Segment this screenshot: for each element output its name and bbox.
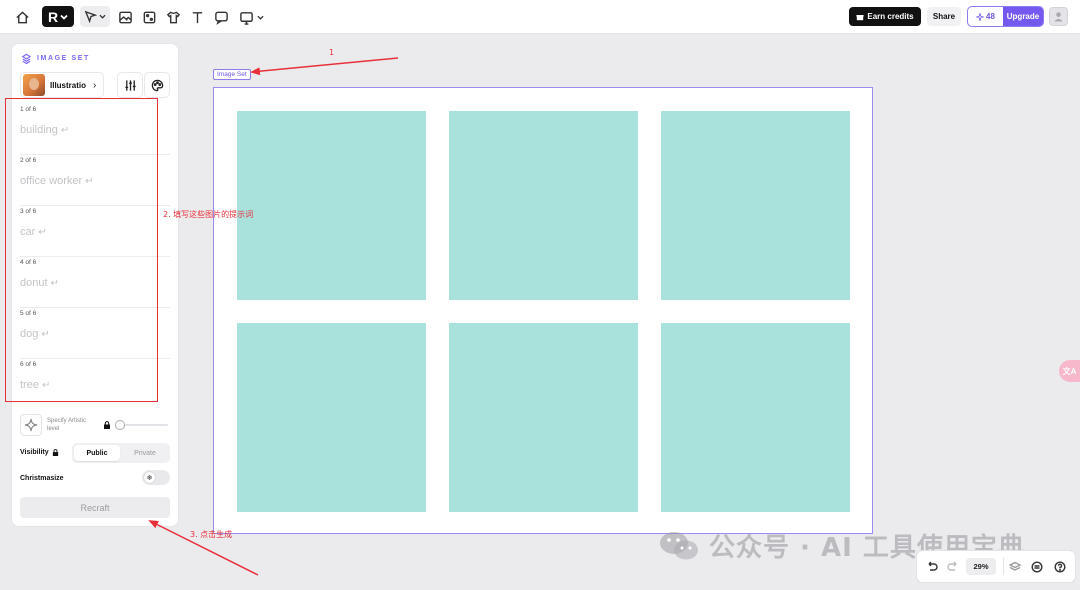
- credits-count[interactable]: 48: [968, 7, 1003, 26]
- style-name: Illustratio: [50, 80, 87, 90]
- credits-value: 48: [986, 12, 995, 21]
- lock-icon: [104, 421, 110, 429]
- user-avatar[interactable]: [1049, 7, 1068, 26]
- annotation-highlight-box: [5, 98, 158, 402]
- chevron-down-icon: [60, 14, 68, 20]
- chevron-down-icon[interactable]: [254, 8, 266, 26]
- lock-icon: [52, 449, 58, 456]
- artistic-level-label: Specify Artistic level: [47, 418, 87, 432]
- style-thumbnail: [23, 74, 45, 96]
- share-label: Share: [932, 12, 956, 21]
- artistic-level-control: Specify Artistic level: [20, 414, 170, 436]
- recraft-button[interactable]: Recraft: [20, 497, 170, 518]
- user-icon: [1054, 12, 1063, 22]
- top-toolbar: R Earn credits Share 48 Upgrade: [0, 0, 1080, 34]
- earn-credits-button[interactable]: Earn credits: [849, 7, 921, 26]
- image-tool-icon[interactable]: [116, 8, 134, 26]
- image-placeholder[interactable]: [237, 323, 426, 512]
- visibility-private-option[interactable]: Private: [122, 445, 168, 461]
- visibility-toggle: Public Private: [72, 443, 170, 463]
- frame-label[interactable]: Image Set: [213, 69, 251, 80]
- pointer-tool-button[interactable]: [80, 6, 110, 27]
- visibility-control: Visibility Public Private: [20, 443, 170, 463]
- image-placeholder[interactable]: [449, 323, 638, 512]
- home-icon[interactable]: [13, 8, 31, 26]
- zoom-level[interactable]: 29%: [966, 558, 996, 575]
- image-set-tool-icon[interactable]: [140, 8, 158, 26]
- logo-menu-button[interactable]: R: [42, 6, 74, 27]
- redo-icon[interactable]: [946, 560, 959, 573]
- image-placeholder[interactable]: [237, 111, 426, 300]
- christmasize-control: Christmasize ❄: [20, 470, 170, 486]
- artistic-level-slider[interactable]: [115, 420, 125, 430]
- zoom-value: 29%: [973, 562, 989, 571]
- christmasize-toggle[interactable]: ❄: [142, 470, 170, 485]
- text-tool-icon[interactable]: [188, 8, 206, 26]
- pointer-icon: [84, 10, 97, 23]
- chevron-down-icon: [99, 14, 106, 19]
- credits-upgrade-group: 48 Upgrade: [967, 6, 1044, 27]
- frame-tool-icon[interactable]: [237, 8, 255, 26]
- upgrade-label: Upgrade: [1006, 12, 1040, 21]
- panel-title-text: IMAGE SET: [37, 55, 90, 62]
- mockup-tool-icon[interactable]: [164, 8, 182, 26]
- visibility-label: Visibility: [20, 449, 49, 456]
- image-set-frame[interactable]: [213, 87, 873, 534]
- share-button[interactable]: Share: [927, 7, 961, 26]
- image-placeholder[interactable]: [661, 111, 850, 300]
- translate-icon: 文A: [1062, 366, 1077, 376]
- style-selector[interactable]: Illustratio ›: [20, 72, 104, 98]
- translate-tab[interactable]: 文A: [1059, 360, 1080, 382]
- annotation-step-3: 3. 点击生成: [190, 530, 233, 539]
- canvas-bottom-toolbar: 29%: [917, 551, 1075, 582]
- annotation-step-1: 1: [329, 48, 335, 57]
- gift-icon: [856, 14, 864, 20]
- style-row: Illustratio ›: [20, 72, 170, 98]
- recraft-logo-icon: R: [47, 8, 59, 25]
- image-placeholder[interactable]: [449, 111, 638, 300]
- image-set-icon: [21, 53, 32, 64]
- sliders-icon: [124, 79, 136, 91]
- arrow-to-frame-label: [250, 57, 399, 76]
- palette-icon: [151, 79, 163, 91]
- panel-title: IMAGE SET: [21, 53, 90, 64]
- visibility-label-group: Visibility: [20, 449, 59, 456]
- undo-icon[interactable]: [925, 560, 938, 573]
- recraft-label: Recraft: [80, 502, 110, 513]
- frame-label-text: Image Set: [217, 71, 247, 78]
- layers-icon[interactable]: [1008, 560, 1021, 573]
- chevron-right-icon: ›: [93, 79, 97, 91]
- help-icon[interactable]: [1053, 560, 1066, 573]
- image-placeholder[interactable]: [661, 323, 850, 512]
- chat-icon[interactable]: [1030, 560, 1043, 573]
- adjustments-button[interactable]: [117, 72, 143, 98]
- sparkle-icon: [976, 12, 985, 21]
- upgrade-button[interactable]: Upgrade: [1003, 7, 1043, 26]
- palette-button[interactable]: [144, 72, 170, 98]
- wechat-logo-icon: [660, 531, 698, 559]
- sparkle-icon: [24, 418, 38, 432]
- earn-credits-label: Earn credits: [867, 12, 914, 21]
- christmasize-label: Christmasize: [20, 475, 64, 482]
- artistic-level-button[interactable]: [20, 414, 42, 436]
- ornament-icon: ❄: [144, 472, 155, 483]
- comment-tool-icon[interactable]: [212, 8, 230, 26]
- visibility-public-option[interactable]: Public: [74, 445, 120, 461]
- toolbar-divider: [1003, 558, 1004, 575]
- annotation-step-2: 2. 填写这些图片的提示词: [163, 210, 254, 219]
